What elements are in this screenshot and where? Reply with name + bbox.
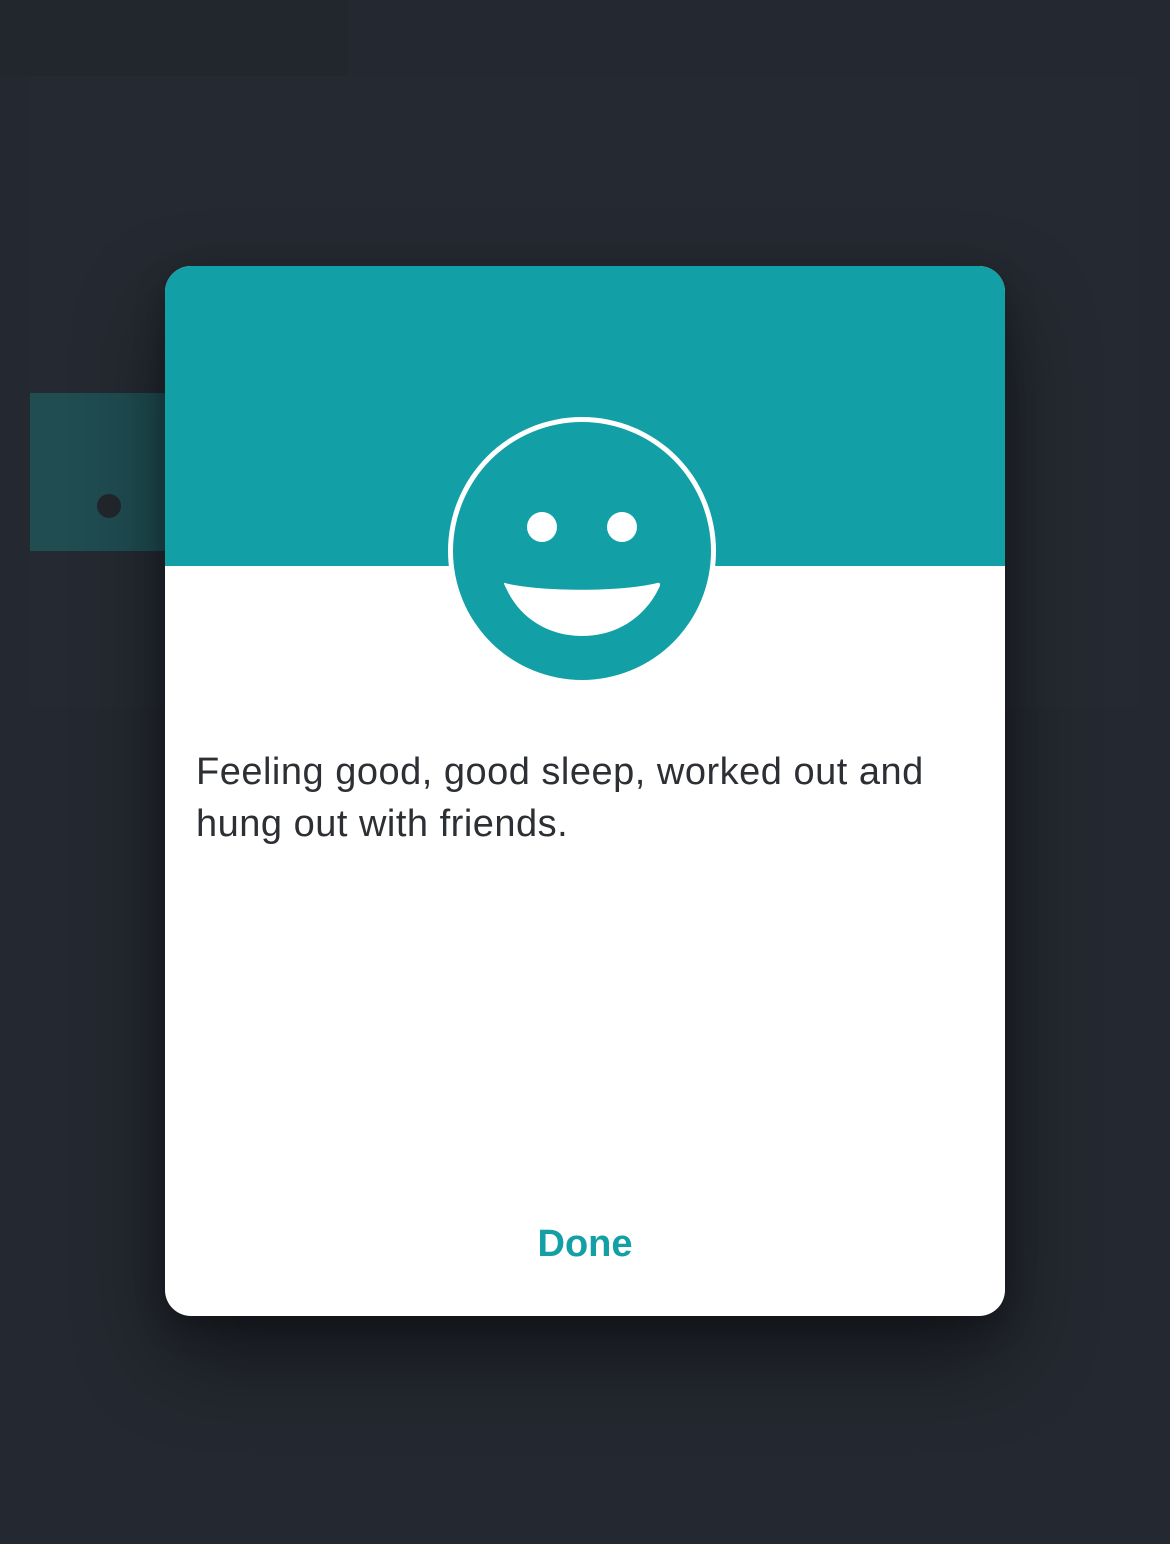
mood-entry-text: Feeling good, good sleep, worked out and… [196, 751, 924, 845]
background-top-bar [0, 0, 348, 76]
background-row-accent [30, 393, 166, 551]
mood-entry-dialog: Feeling good, good sleep, worked out and… [165, 266, 1005, 1316]
done-button[interactable]: Done [165, 1212, 1005, 1276]
background-row-dot-icon [97, 494, 121, 518]
smiley-face-icon [447, 416, 717, 686]
